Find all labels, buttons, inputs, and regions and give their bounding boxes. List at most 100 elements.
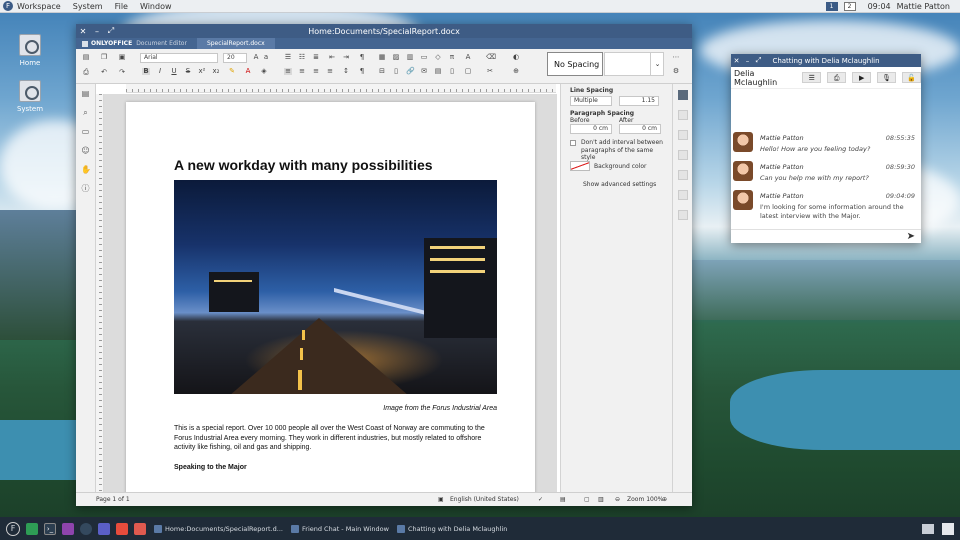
italic-icon[interactable]: I [156,68,164,75]
menu-file[interactable]: File [115,2,128,11]
workspace-logo-icon[interactable]: F [3,1,13,11]
send-icon[interactable]: ➤ [907,231,915,242]
redo-icon[interactable]: ↷ [118,69,126,76]
horizontal-ruler[interactable] [126,84,556,93]
save-icon[interactable]: ▤ [82,54,90,61]
menu-system[interactable]: System [73,2,103,11]
spreadsheet-launcher-icon[interactable] [134,522,146,535]
hyperlink-icon[interactable]: 🔗 [406,68,415,75]
highlight-icon[interactable]: ✎ [228,68,236,75]
page-size-icon[interactable]: ▯ [448,68,456,75]
maximize-icon[interactable]: ⤢ [753,56,764,65]
video-call-button[interactable]: ▶ [852,72,872,83]
spacing-after-input[interactable]: 0 cm [619,124,661,134]
advanced-settings-link[interactable]: Show advanced settings [583,181,656,188]
view-settings-icon[interactable]: ⋯ [672,54,680,61]
font-color-icon[interactable]: A [244,68,252,75]
decrease-font-icon[interactable]: a [262,54,270,61]
document-page[interactable]: A new workday with many possibilities Im… [126,102,535,492]
copy-icon[interactable]: ❐ [100,54,108,61]
align-center-icon[interactable]: ≡ [298,68,306,75]
insert-table-icon[interactable]: ▦ [378,54,386,61]
insert-shape-icon[interactable]: ◇ [434,54,442,61]
zoom-in-icon[interactable]: ⊕ [662,493,667,506]
decrease-indent-icon[interactable]: ⇤ [328,54,336,61]
insert-textbox-icon[interactable]: ▭ [420,54,428,61]
align-left-icon[interactable]: ≡ [284,68,292,75]
terminal-launcher-icon[interactable]: ›_ [44,522,56,535]
minimize-icon[interactable]: – [90,27,104,36]
vertical-ruler[interactable] [96,94,104,492]
chart-settings-icon[interactable] [677,190,688,200]
insert-chart-icon[interactable]: ▥ [406,54,414,61]
image-caption[interactable]: Image from the Forus Industrial Area [383,405,497,412]
document-canvas[interactable]: A new workday with many possibilities Im… [104,94,557,492]
print-icon[interactable]: ⎙ [82,69,90,76]
info-icon[interactable]: ⓘ [81,184,90,193]
chat-history-button[interactable]: ☰ [802,72,822,83]
close-icon[interactable]: ✕ [731,57,742,65]
background-color-swatch[interactable] [570,161,590,171]
workspace-switch-1[interactable]: 1 [825,1,838,11]
margins-icon[interactable]: ▢ [464,68,472,75]
multilevel-list-icon[interactable]: ≣ [312,54,320,61]
task-editor[interactable]: Home:Documents/SpecialReport.d... [154,524,283,533]
line-spacing-icon[interactable]: ↕ [342,68,350,75]
page-indicator[interactable]: Page 1 of 1 [96,493,130,506]
maximize-icon[interactable]: ⤢ [104,26,118,36]
track-changes-icon[interactable]: ▤ [560,493,566,506]
paint-bucket-icon[interactable]: ◈ [260,68,268,75]
no-interval-checkbox[interactable] [570,140,576,146]
page-break-icon[interactable]: ⊟ [378,68,386,75]
minimize-icon[interactable]: – [742,57,753,65]
increase-font-icon[interactable]: A [252,54,260,61]
line-spacing-value-input[interactable]: 1.15 [619,96,659,106]
chevron-down-icon[interactable]: ⌄ [650,52,664,76]
chat-message-input[interactable]: ➤ [731,229,921,243]
search-icon[interactable]: ⌕ [81,108,90,117]
chat-launcher-icon[interactable] [62,522,74,535]
chat-print-button[interactable]: ⎙ [827,72,847,83]
microphone-button[interactable]: 🎙 [877,72,897,83]
insert-image-icon[interactable]: ▨ [392,54,400,61]
textart-settings-icon[interactable] [677,210,688,220]
insert-equation-icon[interactable]: π [448,54,456,61]
copy-style-icon[interactable]: ✂ [486,68,494,75]
feedback-icon[interactable]: ✋ [81,165,91,174]
paragraph-settings-icon[interactable] [677,90,688,100]
files-launcher-icon[interactable] [26,522,38,535]
menu-window[interactable]: Window [140,2,172,11]
zoom-out-icon[interactable]: ⊖ [615,493,620,506]
justify-icon[interactable]: ≡ [326,68,334,75]
desktop-icon-system[interactable]: System [14,80,46,113]
editor-titlebar[interactable]: ✕ – ⤢ Home:Documents/SpecialReport.docx [76,24,692,38]
body-paragraph[interactable]: This is a special report. Over 10 000 pe… [174,424,504,453]
fit-width-icon[interactable]: ▥ [598,493,604,506]
comments-icon[interactable]: ▭ [81,127,90,136]
header-footer-icon[interactable]: ▤ [434,68,442,75]
undo-icon[interactable]: ↶ [100,69,108,76]
document-heading[interactable]: A new workday with many possibilities [174,157,433,173]
presentation-launcher-icon[interactable] [116,522,128,535]
image-settings-icon[interactable] [677,130,688,140]
chat-titlebar[interactable]: ✕ – ⤢ Chatting with Delia Mclaughlin [731,54,921,67]
font-size-select[interactable]: 20 [223,53,247,63]
task-friend-chat[interactable]: Friend Chat - Main Window [291,524,389,533]
bullet-list-icon[interactable]: ☰ [284,54,292,61]
increase-indent-icon[interactable]: ⇥ [342,54,350,61]
system-tray-icon[interactable] [942,522,954,535]
zoom-style-icon[interactable]: ⊕ [512,68,520,75]
font-name-select[interactable]: Arial [140,53,218,63]
comment-icon[interactable]: ✉ [420,68,428,75]
paste-icon[interactable]: ▣ [118,54,126,61]
color-scheme-icon[interactable]: ◐ [512,54,520,61]
language-select[interactable]: English (United States) [450,493,519,506]
clear-format-icon[interactable]: ⌫ [486,54,496,61]
strikethrough-icon[interactable]: S [184,68,192,75]
show-desktop-icon[interactable] [922,523,934,534]
subscript-icon[interactable]: x₂ [212,68,220,75]
task-chatting[interactable]: Chatting with Delia Mclaughlin [396,524,507,533]
style-no-spacing[interactable]: No Spacing [547,52,603,76]
shape-settings-icon[interactable] [677,170,688,180]
subheading[interactable]: Speaking to the Major [174,464,247,471]
